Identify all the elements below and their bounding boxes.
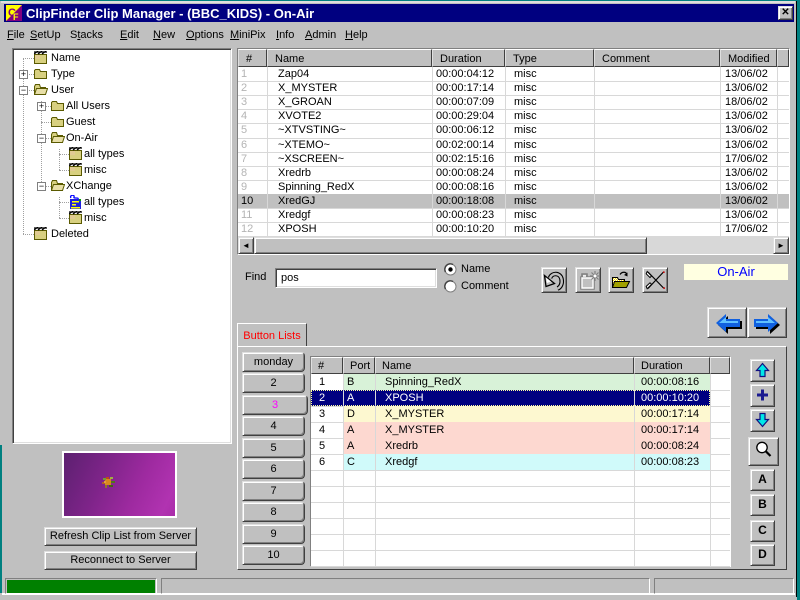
svg-text:F: F	[13, 12, 19, 21]
